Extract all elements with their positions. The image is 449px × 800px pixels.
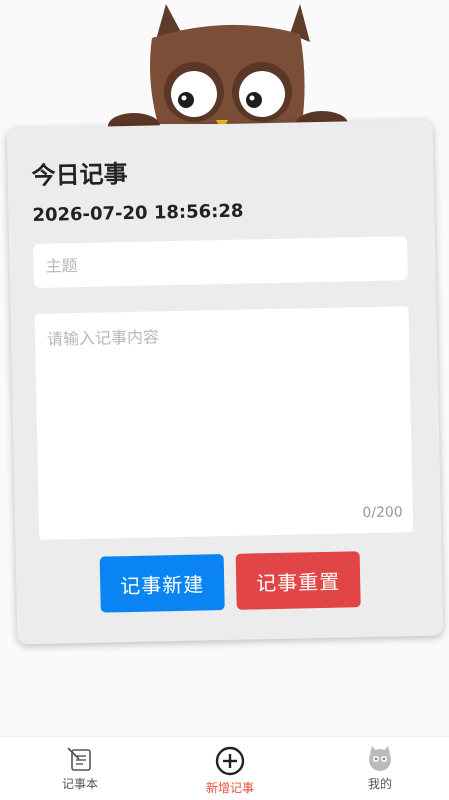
content-field-container: 0/200 [34,306,414,540]
page-title: 今日记事 [31,159,128,191]
owl-illustration [108,4,348,139]
reset-note-button[interactable]: 记事重置 [235,551,361,610]
owl-mascot [104,0,350,140]
tab-add-note[interactable]: 新增记事 [180,745,280,796]
tab-notebook[interactable]: 记事本 [30,745,130,792]
note-card: 今日记事 2026-07-20 18:56:28 0/200 记事新建 记事重置 [6,119,444,645]
subject-input[interactable] [33,236,408,288]
plus-circle-icon [215,746,245,776]
char-counter: 0/200 [362,504,403,522]
tab-profile[interactable]: 我的 [330,745,430,792]
notebook-icon [67,747,91,771]
subject-field-container [33,236,408,288]
create-note-button[interactable]: 记事新建 [99,554,225,613]
tab-label: 我的 [367,777,392,791]
bottom-tab-bar: 记事本 新增记事 我的 [0,736,449,800]
current-datetime: 2026-07-20 18:56:28 [32,200,244,226]
profile-icon [369,746,391,771]
tab-label: 新增记事 [205,781,254,795]
content-textarea[interactable] [34,306,414,540]
tab-label: 记事本 [61,777,98,791]
